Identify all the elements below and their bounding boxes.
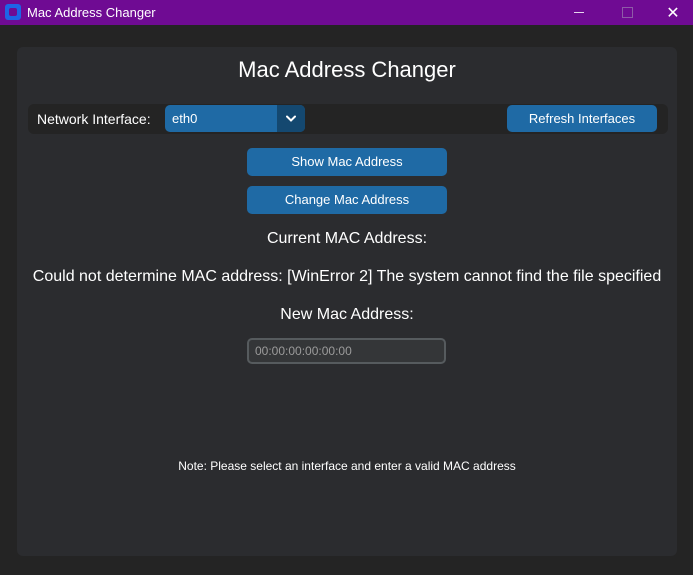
minimize-button[interactable] — [556, 0, 602, 25]
close-button[interactable]: ✕ — [650, 0, 693, 25]
minimize-icon — [574, 12, 584, 13]
current-mac-label: Current MAC Address: — [266, 230, 428, 247]
refresh-interfaces-button[interactable]: Refresh Interfaces — [507, 105, 657, 132]
maximize-icon — [621, 7, 633, 18]
dropdown-arrow-button[interactable] — [277, 105, 305, 132]
app-icon — [5, 4, 21, 20]
maximize-button[interactable] — [604, 0, 650, 25]
new-mac-label: New Mac Address: — [280, 306, 414, 323]
change-mac-address-button[interactable]: Change Mac Address — [247, 186, 447, 214]
interface-row: Network Interface: eth0 Refresh Interfac… — [28, 104, 668, 134]
new-mac-input[interactable] — [247, 338, 446, 364]
show-mac-address-button[interactable]: Show Mac Address — [247, 148, 447, 176]
network-interface-dropdown[interactable]: eth0 — [165, 105, 305, 132]
dropdown-selected-value: eth0 — [172, 111, 198, 126]
close-icon: ✕ — [666, 4, 680, 22]
main-panel: Mac Address Changer Network Interface: e… — [17, 47, 677, 556]
current-mac-value: Could not determine MAC address: [WinErr… — [32, 268, 662, 285]
title-bar: Mac Address Changer ✕ — [0, 0, 693, 25]
network-interface-label: Network Interface: — [37, 111, 151, 127]
chevron-down-icon — [286, 115, 296, 122]
note-text: Note: Please select an interface and ent… — [178, 459, 516, 473]
page-title: Mac Address Changer — [238, 57, 456, 82]
window-title: Mac Address Changer — [27, 5, 156, 20]
